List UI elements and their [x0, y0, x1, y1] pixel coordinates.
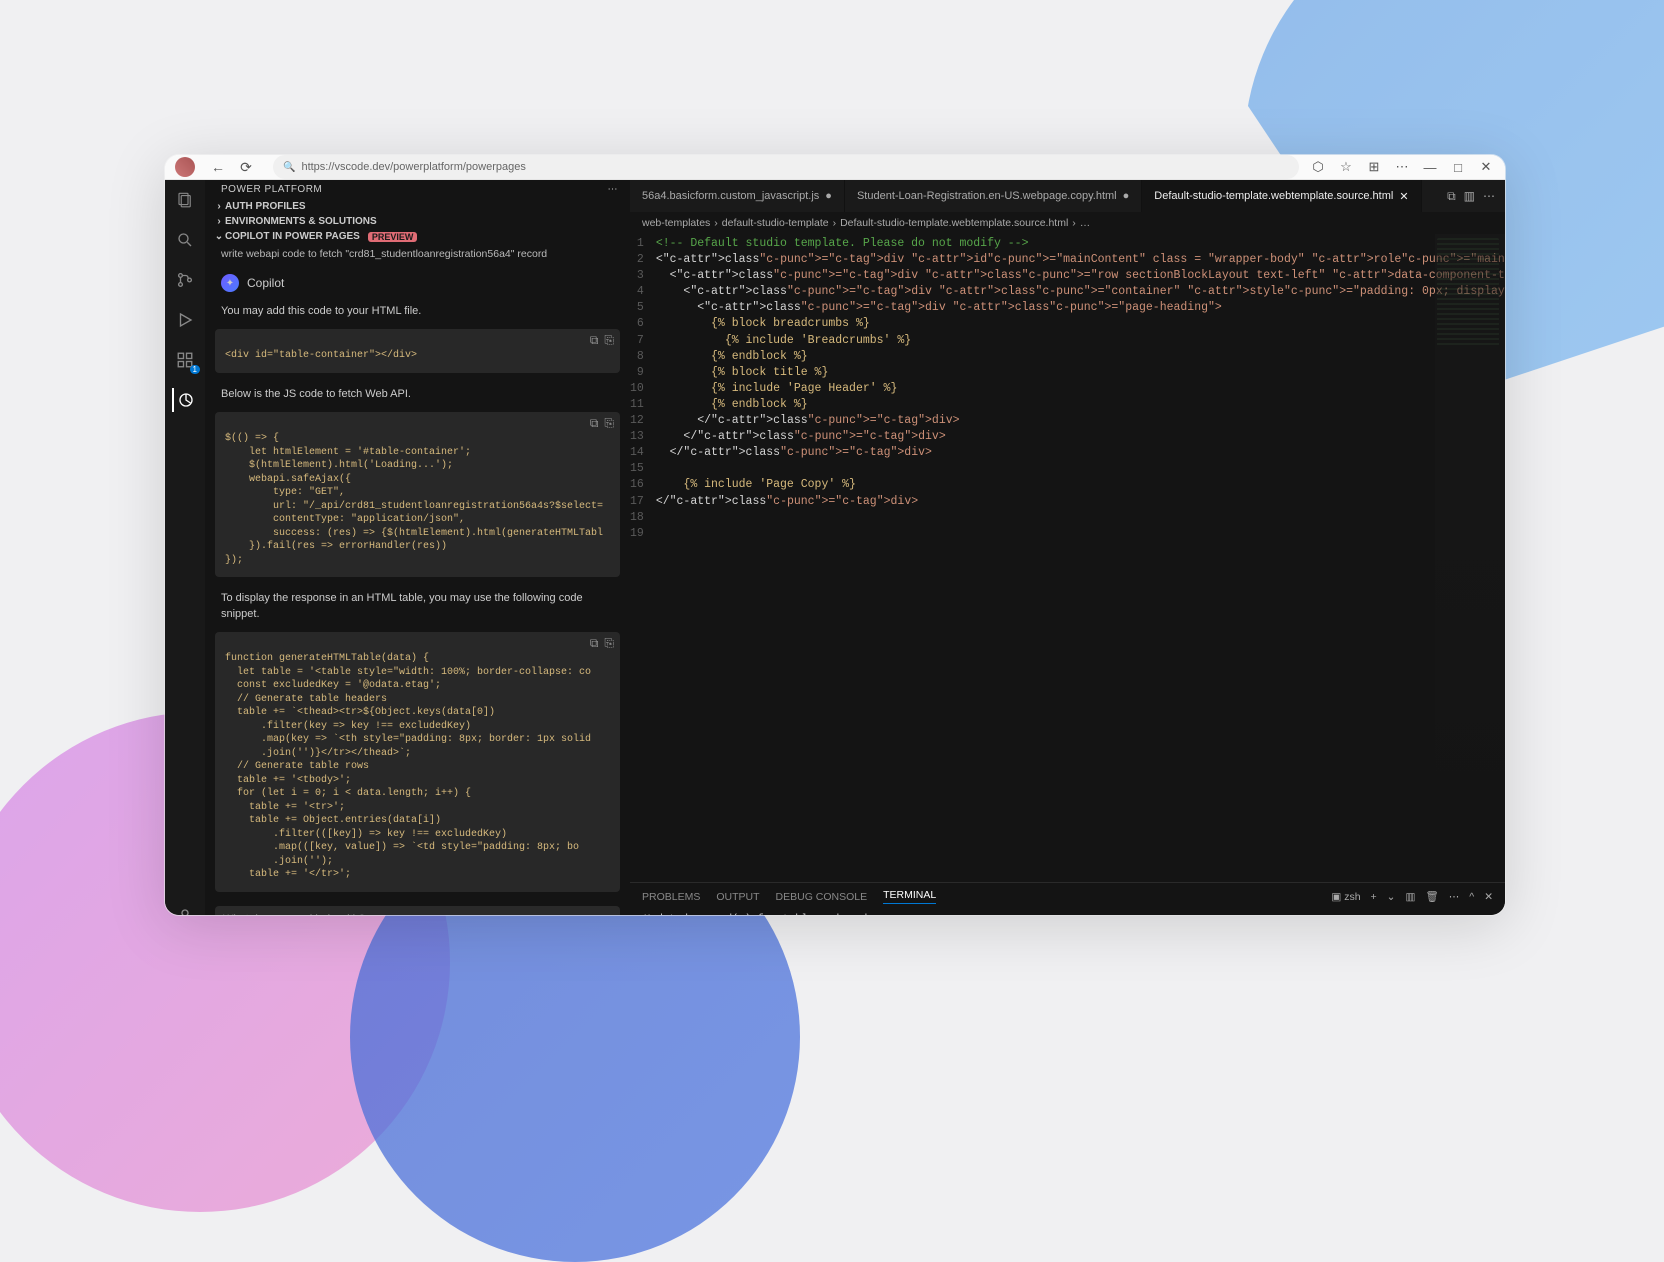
copilot-name: Copilot: [247, 276, 284, 290]
back-button[interactable]: ←: [207, 156, 229, 178]
favorites-icon[interactable]: ☆: [1337, 159, 1355, 175]
breadcrumb-seg[interactable]: Default-studio-template.webtemplate.sour…: [840, 217, 1068, 229]
terminal-panel: PROBLEMS OUTPUT DEBUG CONSOLE TERMINAL ▣…: [630, 882, 1505, 915]
copilot-code-block-3: ⧉⎘ function generateHTMLTable(data) { le…: [215, 632, 620, 892]
more-icon[interactable]: ⋯: [1393, 159, 1411, 175]
split-terminal-icon[interactable]: ▥: [1405, 891, 1415, 903]
copilot-logo-icon: ✦: [221, 274, 239, 292]
sidebar-title: POWER PLATFORM ⋯: [205, 180, 630, 199]
tab-problems[interactable]: PROBLEMS: [642, 891, 700, 903]
copilot-input-row: ➤: [215, 906, 620, 915]
breadcrumb: web-templates › default-studio-template …: [630, 212, 1505, 234]
insert-icon[interactable]: ⎘: [604, 636, 614, 651]
compare-icon[interactable]: ⧉: [1447, 189, 1456, 204]
copilot-msg-2: Below is the JS code to fetch Web API.: [211, 381, 624, 408]
modified-dot-icon: ●: [825, 190, 832, 202]
browser-window: ← ⟳ 🔍 https://vscode.dev/powerplatform/p…: [165, 155, 1505, 915]
close-button[interactable]: ✕: [1477, 159, 1495, 175]
insert-icon[interactable]: ⎘: [604, 416, 614, 431]
maximize-button[interactable]: □: [1449, 160, 1467, 175]
shopping-icon[interactable]: ⬡: [1309, 159, 1327, 175]
account-icon[interactable]: [173, 904, 197, 915]
tab-student-loan[interactable]: Student-Loan-Registration.en-US.webpage.…: [845, 180, 1142, 212]
vscode-app: POWER PLATFORM ⋯ ›AUTH PROFILES ›ENVIRON…: [165, 180, 1505, 915]
terminal-shell-icon[interactable]: ▣ zsh: [1331, 891, 1360, 903]
copilot-code-block-2: ⧉⎘ $(() => { let htmlElement = '#table-c…: [215, 412, 620, 577]
copy-icon[interactable]: ⧉: [590, 636, 599, 651]
lock-icon: 🔍: [283, 162, 295, 173]
copilot-msg-1: You may add this code to your HTML file.: [211, 298, 624, 325]
section-environments[interactable]: ›ENVIRONMENTS & SOLUTIONS: [205, 214, 630, 229]
terminal-output[interactable]: Updated record(s) for table: adx_webpage: [630, 911, 1505, 915]
copy-icon[interactable]: ⧉: [590, 416, 599, 431]
profile-avatar[interactable]: [175, 157, 195, 177]
browser-toolbar: ← ⟳ 🔍 https://vscode.dev/powerplatform/p…: [165, 155, 1505, 180]
extensions-icon[interactable]: [173, 348, 197, 372]
copilot-input[interactable]: [223, 913, 594, 915]
copilot-code-block-1: ⧉⎘ <div id="table-container"></div>: [215, 329, 620, 373]
explorer-icon[interactable]: [173, 188, 197, 212]
power-platform-icon[interactable]: [172, 388, 196, 412]
activity-bar: [165, 180, 205, 915]
url-text: https://vscode.dev/powerplatform/powerpa…: [301, 161, 525, 173]
modified-dot-icon: ●: [1123, 190, 1130, 202]
address-bar[interactable]: 🔍 https://vscode.dev/powerplatform/power…: [273, 155, 1299, 179]
tab-output[interactable]: OUTPUT: [716, 891, 759, 903]
kill-terminal-icon[interactable]: 🗑: [1425, 890, 1438, 903]
section-auth-profiles[interactable]: ›AUTH PROFILES: [205, 199, 630, 214]
tab-more-icon[interactable]: ⋯: [1483, 189, 1495, 203]
insert-icon[interactable]: ⎘: [604, 333, 614, 348]
source-control-icon[interactable]: [173, 268, 197, 292]
breadcrumb-seg[interactable]: web-templates: [642, 217, 710, 229]
send-icon[interactable]: ➤: [602, 912, 612, 915]
tab-default-studio[interactable]: Default-studio-template.webtemplate.sour…: [1142, 180, 1421, 212]
close-panel-icon[interactable]: ✕: [1484, 891, 1493, 903]
copilot-user-query: write webapi code to fetch "crd81_studen…: [211, 244, 624, 264]
code-lines: <!-- Default studio template. Please do …: [656, 234, 1505, 882]
collections-icon[interactable]: ⊞: [1365, 159, 1383, 175]
debug-icon[interactable]: [173, 308, 197, 332]
copy-icon[interactable]: ⧉: [590, 333, 599, 348]
tab-terminal[interactable]: TERMINAL: [883, 889, 936, 904]
refresh-button[interactable]: ⟳: [235, 156, 257, 178]
split-icon[interactable]: ▥: [1464, 189, 1475, 203]
tab-debug-console[interactable]: DEBUG CONSOLE: [776, 891, 868, 903]
maximize-panel-icon[interactable]: ^: [1469, 891, 1474, 903]
line-gutter: 12345678910111213141516171819: [630, 234, 656, 882]
section-copilot[interactable]: ⌄COPILOT IN POWER PAGESPREVIEW: [205, 229, 630, 244]
tab-custom-js[interactable]: 56a4.basicform.custom_javascript.js●: [630, 180, 845, 212]
terminal-dropdown-icon[interactable]: ⌄: [1387, 891, 1396, 903]
code-editor[interactable]: 12345678910111213141516171819 <!-- Defau…: [630, 234, 1505, 882]
search-icon[interactable]: [173, 228, 197, 252]
new-terminal-icon[interactable]: +: [1371, 891, 1377, 903]
copilot-pane: write webapi code to fetch "crd81_studen…: [205, 244, 630, 915]
breadcrumb-seg[interactable]: default-studio-template: [722, 217, 829, 229]
terminal-more-icon[interactable]: ⋯: [1449, 891, 1460, 903]
minimize-button[interactable]: —: [1421, 160, 1439, 175]
minimap[interactable]: [1435, 234, 1505, 882]
tab-close-icon[interactable]: ✕: [1399, 190, 1408, 203]
sidebar-more-icon[interactable]: ⋯: [608, 184, 619, 195]
sidebar-panel: POWER PLATFORM ⋯ ›AUTH PROFILES ›ENVIRON…: [205, 180, 630, 915]
editor-area: 56a4.basicform.custom_javascript.js● Stu…: [630, 180, 1505, 915]
copilot-msg-3: To display the response in an HTML table…: [211, 585, 624, 628]
tab-bar: 56a4.basicform.custom_javascript.js● Stu…: [630, 180, 1505, 212]
